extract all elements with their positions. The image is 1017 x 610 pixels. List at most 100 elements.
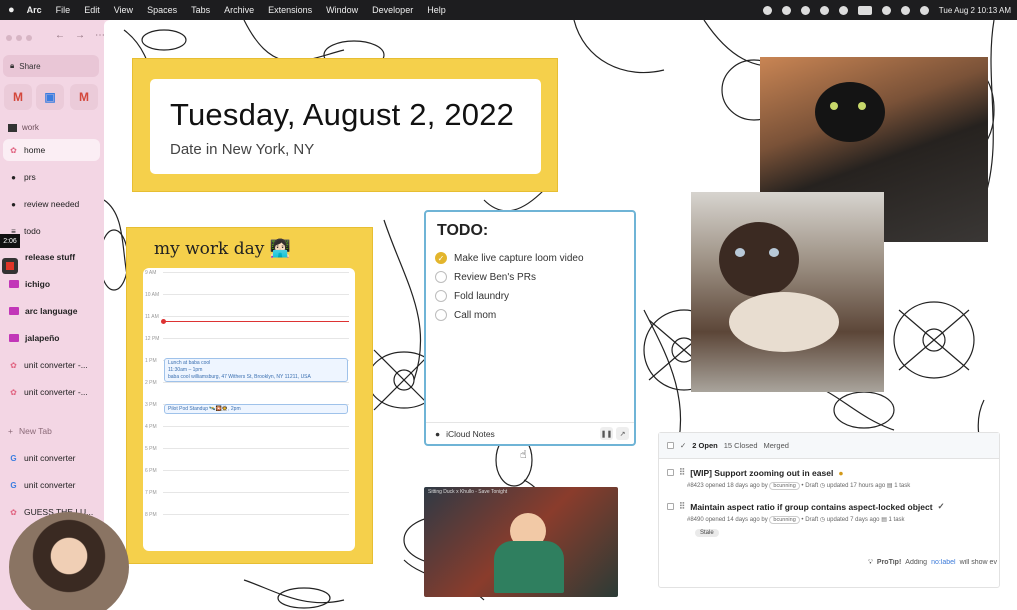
tasks-icon: ▤ — [881, 517, 887, 523]
easel-canvas[interactable]: Tuesday, August 2, 2022 Date in New York… — [104, 20, 1017, 610]
menu-item-window[interactable]: Window — [326, 5, 358, 15]
stop-recording-button[interactable] — [2, 258, 18, 274]
sidebar-tab-home[interactable]: ✿ home — [3, 139, 100, 161]
window-controls — [6, 35, 32, 41]
calendar-event-standup[interactable]: Pilot Pod Standup 🛰️🎇👨‍🚀, 2pm — [164, 404, 348, 414]
open-external-icon[interactable]: ↗ — [616, 427, 629, 440]
hour-line — [163, 294, 349, 295]
volume-icon[interactable] — [838, 5, 848, 15]
status-area: Tue Aug 2 10:13 AM — [762, 0, 1011, 20]
calendar-day-view[interactable]: 9 AM 10 AM 11 AM 12 PM 1 PM 2 PM 3 PM 4 … — [143, 268, 355, 551]
unchecked-checkbox-icon[interactable] — [435, 309, 447, 321]
calendar-event-lunch[interactable]: Lunch at baba cool 11:30am – 1pm baba co… — [164, 358, 348, 382]
sidebar-folder-ichigo[interactable]: ichigo — [3, 273, 100, 295]
forward-arrow-icon[interactable]: → — [75, 30, 85, 41]
favorite-gmail-2[interactable]: M — [70, 84, 98, 110]
sidebar-tab-review-needed[interactable]: ● review needed — [3, 193, 100, 215]
checked-checkbox-icon[interactable]: ✓ — [435, 252, 447, 264]
menu-item-archive[interactable]: Archive — [224, 5, 254, 15]
todo-note-widget[interactable]: TODO: ✓ Make live capture loom video Rev… — [424, 210, 636, 446]
siamese-cat-photo[interactable] — [691, 192, 884, 392]
music-video-embed[interactable]: Sitting Duck x Khullo - Save Tonight — [424, 487, 618, 597]
protip-link[interactable]: no:label — [931, 559, 956, 567]
select-all-checkbox[interactable] — [667, 442, 674, 449]
space-label[interactable]: work — [8, 123, 39, 132]
share-label: Share — [19, 61, 41, 71]
pr-row[interactable]: ⠿ Maintain aspect ratio if group contain… — [667, 501, 945, 524]
author-badge[interactable]: bcunning — [769, 482, 800, 490]
menu-item-view[interactable]: View — [114, 5, 133, 15]
hour-label: 5 PM — [145, 446, 157, 452]
todo-item[interactable]: Review Ben's PRs — [435, 271, 536, 283]
todo-heading: TODO: — [437, 222, 489, 239]
todo-item[interactable]: Fold laundry — [435, 290, 509, 302]
battery-icon[interactable] — [857, 5, 872, 15]
sidebar-tab-unit-converter-4[interactable]: G unit converter — [3, 474, 100, 496]
closed-filter[interactable]: 15 Closed — [724, 441, 758, 450]
sidebar-folder-jalapeno[interactable]: jalapeño — [3, 327, 100, 349]
control-center-icon[interactable] — [919, 5, 929, 15]
folder-icon — [9, 334, 19, 342]
menu-item-arc[interactable]: Arc — [27, 5, 42, 15]
hour-label: 2 PM — [145, 380, 157, 386]
pr-row[interactable]: ⠿ [WIP] Support zooming out in easel ● #… — [667, 467, 910, 490]
stale-label[interactable]: Stale — [695, 529, 719, 537]
sidebar-tab-prs[interactable]: ● prs — [3, 166, 100, 188]
work-day-widget[interactable]: my work day 👩🏻‍💻 9 AM 10 AM 11 AM 12 PM … — [126, 227, 373, 564]
apple-logo-icon[interactable]: ● — [8, 4, 15, 16]
arc-easel-icon: ✿ — [10, 360, 17, 370]
back-arrow-icon[interactable]: ← — [55, 30, 65, 41]
menu-clock[interactable]: Tue Aug 2 10:13 AM — [939, 6, 1011, 15]
hand-cursor-icon: ☝︎ — [520, 449, 527, 461]
shield-icon[interactable] — [781, 5, 791, 15]
hour-line — [163, 338, 349, 339]
draft-pr-icon: ⠿ — [679, 501, 686, 511]
author-badge[interactable]: bcunning — [769, 516, 800, 524]
headphones-icon[interactable] — [800, 5, 810, 15]
todo-item[interactable]: ✓ Make live capture loom video — [435, 252, 584, 264]
menu-item-extensions[interactable]: Extensions — [268, 5, 312, 15]
open-filter[interactable]: 2 Open — [692, 441, 717, 450]
new-tab-button[interactable]: + New Tab — [8, 426, 52, 436]
share-button[interactable]: 🔒︎ Share — [3, 55, 99, 77]
merged-filter[interactable]: Merged — [764, 441, 789, 450]
sidebar-tab-unit-converter-2[interactable]: ✿ unit converter -... — [3, 381, 100, 403]
todo-item[interactable]: Call mom — [435, 309, 496, 321]
search-icon[interactable] — [900, 5, 910, 15]
zoom-window-button[interactable] — [26, 35, 32, 41]
record-icon[interactable] — [819, 5, 829, 15]
note-actions: ❚❚ ↗ — [600, 427, 629, 440]
pause-icon[interactable]: ❚❚ — [600, 427, 613, 440]
hour-label: 11 AM — [145, 314, 159, 320]
minimize-window-button[interactable] — [16, 35, 22, 41]
menu-item-edit[interactable]: Edit — [84, 5, 100, 15]
sidebar-tab-unit-converter-1[interactable]: ✿ unit converter -... — [3, 354, 100, 376]
status-dot-icon: ● — [838, 467, 844, 478]
sidebar-tab-unit-converter-3[interactable]: G unit converter — [3, 447, 100, 469]
wifi-icon[interactable] — [881, 5, 891, 15]
unchecked-checkbox-icon[interactable] — [435, 271, 447, 283]
menu-item-file[interactable]: File — [56, 5, 71, 15]
favorite-gmail-1[interactable]: M — [4, 84, 32, 110]
pr-title[interactable]: [WIP] Support zooming out in easel — [690, 468, 833, 478]
pr-checkbox[interactable] — [667, 503, 674, 510]
sidebar-folder-arc-language[interactable]: arc language — [3, 300, 100, 322]
pr-title[interactable]: Maintain aspect ratio if group contains … — [690, 502, 932, 512]
hour-line — [163, 470, 349, 471]
cat-head — [815, 82, 885, 142]
menu-item-developer[interactable]: Developer — [372, 5, 413, 15]
hour-line — [163, 448, 349, 449]
menu-item-tabs[interactable]: Tabs — [191, 5, 210, 15]
unchecked-checkbox-icon[interactable] — [435, 290, 447, 302]
hour-label: 8 PM — [145, 512, 157, 518]
github-icon: ● — [11, 172, 16, 182]
close-window-button[interactable] — [6, 35, 12, 41]
gear-icon[interactable] — [762, 5, 772, 15]
recording-timer[interactable]: 2:06 — [0, 234, 20, 248]
menu-item-spaces[interactable]: Spaces — [147, 5, 177, 15]
draft-pr-icon: ⠿ — [679, 467, 686, 477]
menu-item-help[interactable]: Help — [427, 5, 446, 15]
date-widget[interactable]: Tuesday, August 2, 2022 Date in New York… — [132, 58, 558, 192]
favorite-google-calendar[interactable]: ▣ — [36, 84, 64, 110]
pr-checkbox[interactable] — [667, 469, 674, 476]
